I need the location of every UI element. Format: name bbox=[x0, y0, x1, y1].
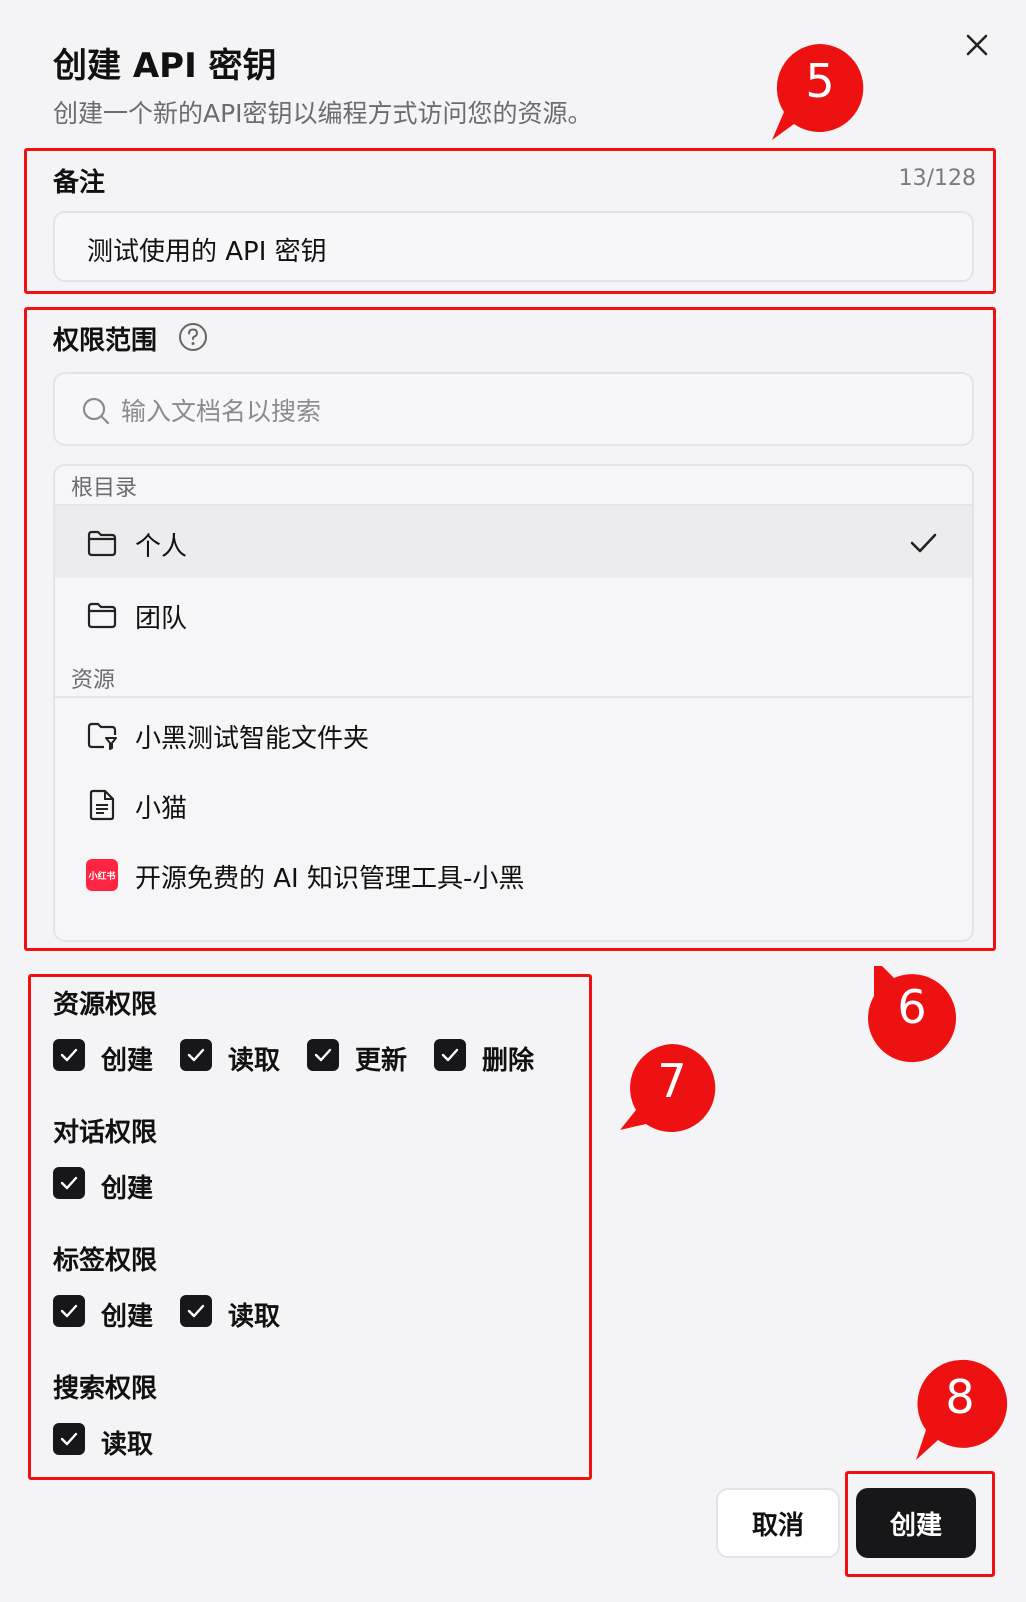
note-char-counter: 13/128 bbox=[898, 166, 976, 191]
tag-permissions-label: 标签权限 bbox=[53, 1246, 158, 1276]
cancel-button[interactable]: 取消 bbox=[716, 1488, 840, 1558]
callout-marker: 5 bbox=[772, 40, 868, 140]
xiaohongshu-logo-icon: 小红书 bbox=[85, 858, 119, 892]
create-button[interactable]: 创建 bbox=[856, 1488, 976, 1558]
tree-item-team[interactable]: 团队 bbox=[55, 578, 972, 650]
note-input[interactable]: 测试使用的 API 密钥 bbox=[53, 211, 974, 282]
create-api-key-dialog: 创建 API 密钥 创建一个新的API密钥以编程方式访问您的资源。 备注 13/… bbox=[0, 0, 1026, 1602]
tree-item-document[interactable]: 小猫 bbox=[55, 768, 972, 840]
tree-item-xiaohongshu-note[interactable]: 小红书 开源免费的 AI 知识管理工具-小黑 bbox=[55, 838, 972, 910]
root-directory-header: 根目录 bbox=[71, 476, 138, 501]
resources-header: 资源 bbox=[71, 668, 116, 693]
tree-item-smart-folder[interactable]: 小黑测试智能文件夹 bbox=[55, 698, 972, 770]
document-search-input[interactable] bbox=[119, 386, 943, 436]
search-icon bbox=[81, 396, 111, 426]
scope-label: 权限范围 bbox=[53, 326, 158, 356]
document-icon bbox=[85, 788, 119, 822]
tree-item-label: 开源免费的 AI 知识管理工具-小黑 bbox=[135, 864, 525, 894]
close-icon[interactable] bbox=[960, 28, 994, 62]
tree-item-label: 个人 bbox=[135, 532, 188, 562]
help-icon[interactable] bbox=[178, 322, 208, 352]
note-label: 备注 bbox=[53, 168, 106, 198]
callout-marker: 8 bbox=[912, 1356, 1008, 1460]
search-permissions-label: 搜索权限 bbox=[53, 1374, 158, 1404]
tree-item-label: 小猫 bbox=[135, 794, 188, 824]
svg-text:小红书: 小红书 bbox=[87, 870, 115, 882]
chat-permissions-label: 对话权限 bbox=[53, 1118, 158, 1148]
scope-tree: 根目录 个人 团队 资源 小黑测试智能文件夹 小猫 小红书 开源免费的 AI 知… bbox=[53, 464, 974, 942]
tree-item-label: 团队 bbox=[135, 604, 188, 634]
document-search-field[interactable] bbox=[53, 372, 974, 446]
tree-item-label: 小黑测试智能文件夹 bbox=[135, 724, 370, 754]
dialog-subtitle: 创建一个新的API密钥以编程方式访问您的资源。 bbox=[53, 99, 593, 128]
folder-icon bbox=[85, 598, 119, 632]
folder-icon bbox=[85, 526, 119, 560]
tree-item-personal[interactable]: 个人 bbox=[55, 506, 972, 578]
checkmark-icon bbox=[908, 528, 938, 558]
note-input-value[interactable]: 测试使用的 API 密钥 bbox=[87, 231, 327, 268]
dialog-title: 创建 API 密钥 bbox=[53, 46, 277, 86]
callout-marker: 6 bbox=[864, 966, 960, 1063]
resource-permissions-label: 资源权限 bbox=[53, 990, 158, 1020]
callout-marker: 7 bbox=[620, 1040, 716, 1136]
smart-folder-icon bbox=[85, 718, 119, 752]
